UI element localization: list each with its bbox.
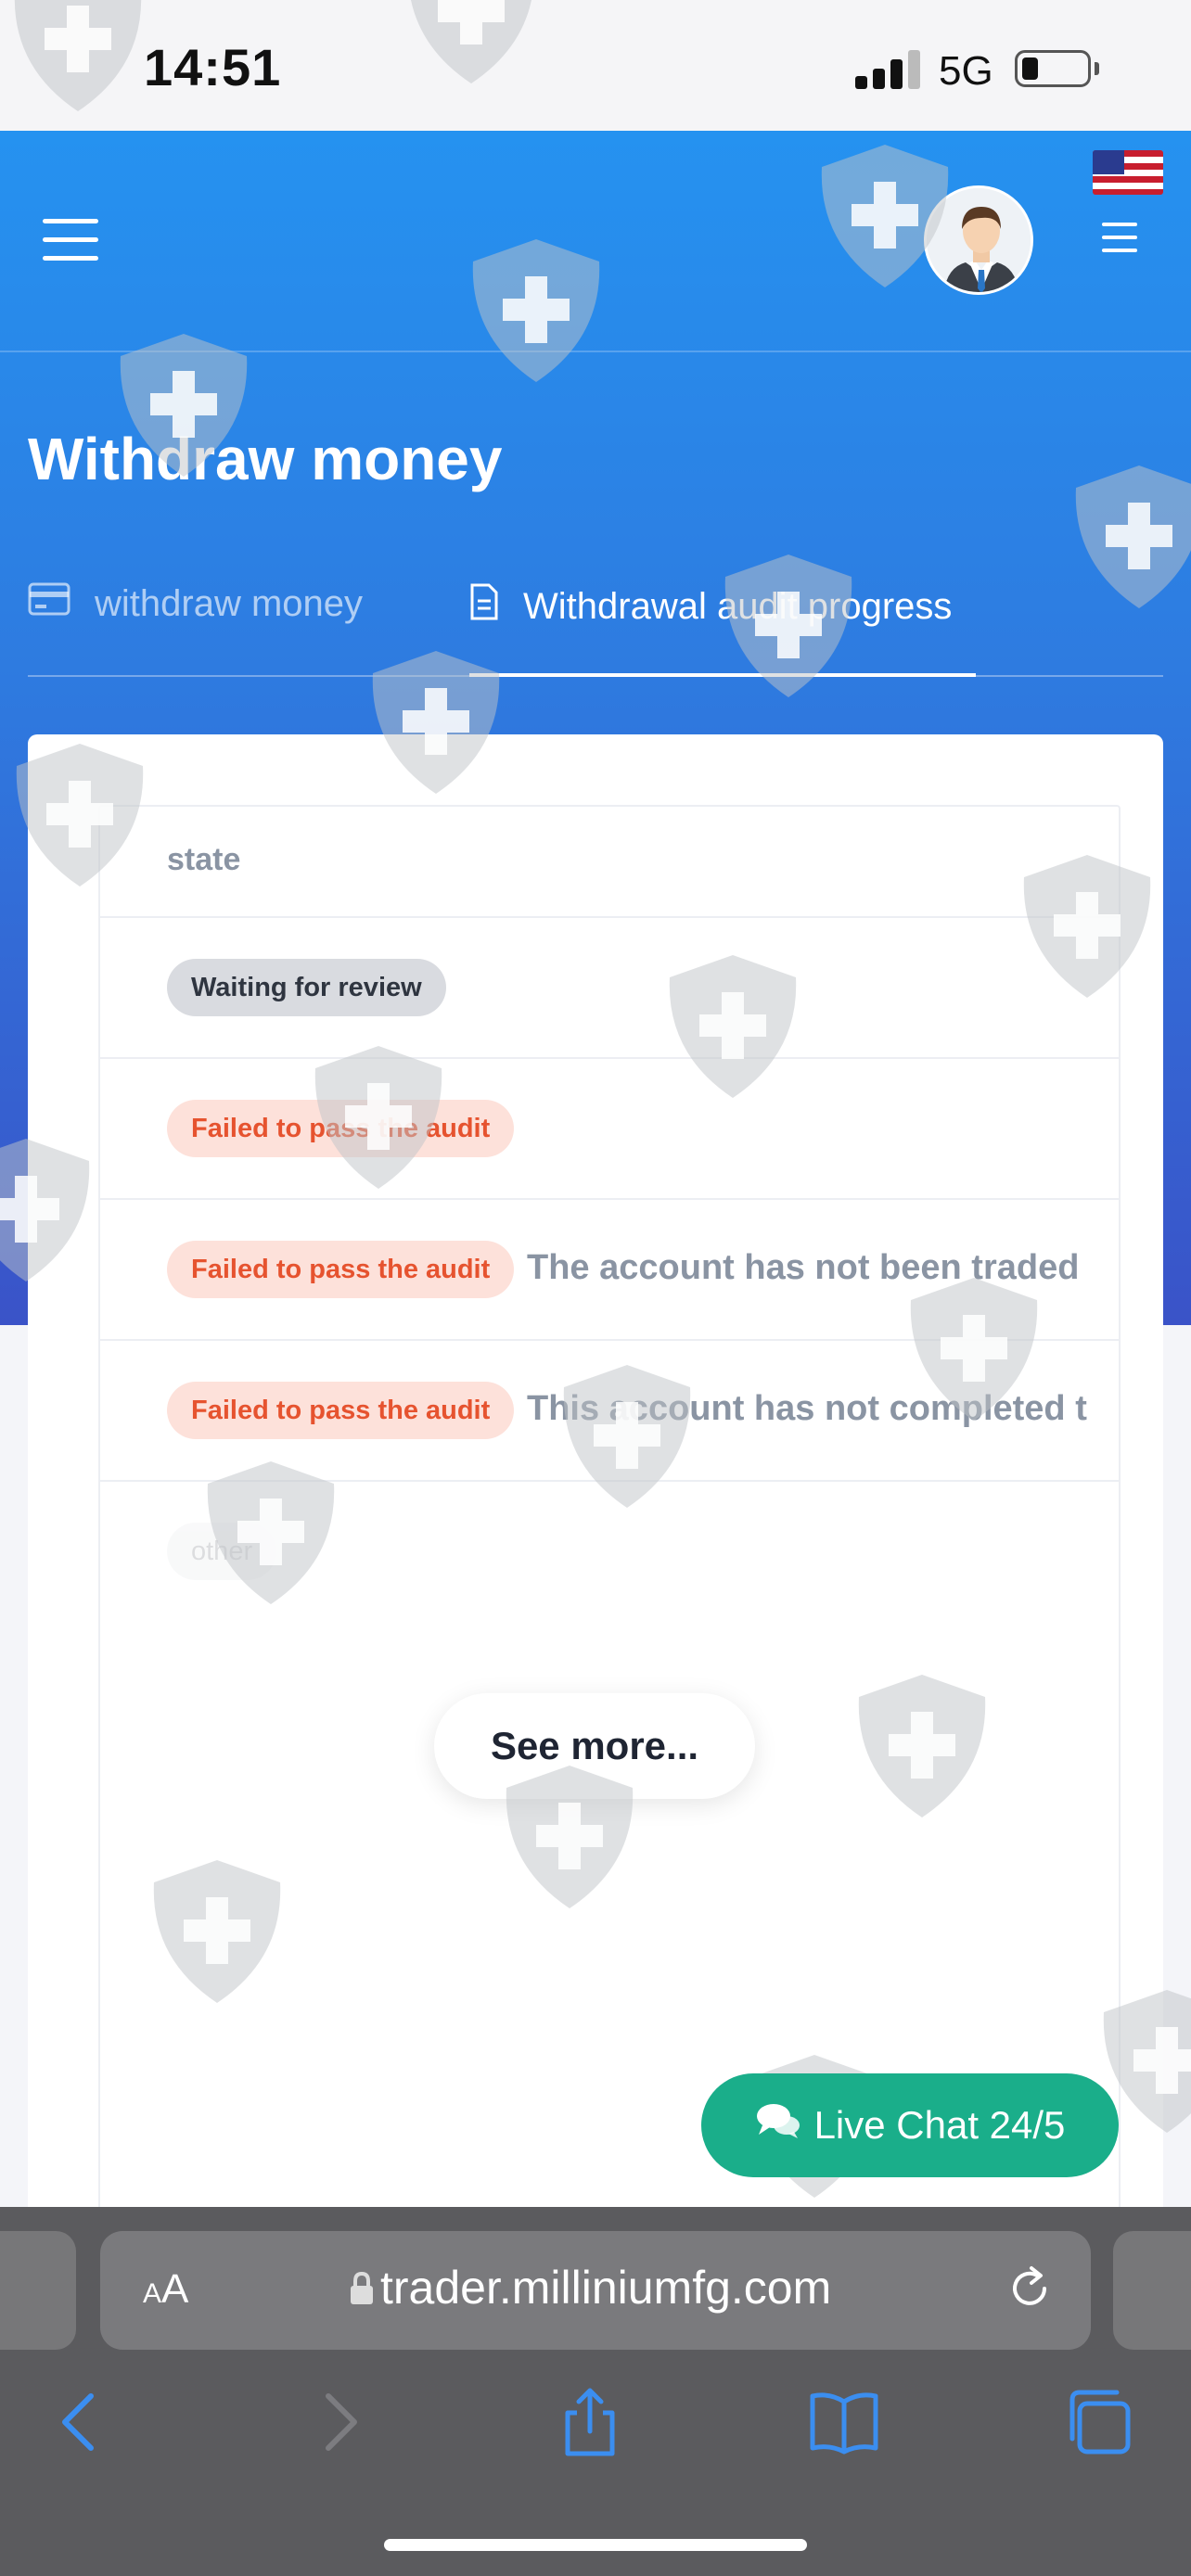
share-icon[interactable] <box>553 2385 627 2459</box>
text-size-button[interactable]: AA <box>143 2266 188 2313</box>
table-row: Failed to pass the audit The account has… <box>100 1200 1119 1341</box>
tab-label: Withdrawal audit progress <box>523 585 953 627</box>
bookmarks-icon[interactable] <box>807 2385 881 2459</box>
tab-withdrawal-audit-progress[interactable]: Withdrawal audit progress <box>469 582 952 631</box>
tabs-icon[interactable] <box>1061 2385 1135 2459</box>
status-badge: Failed to pass the audit <box>167 1100 515 1157</box>
live-chat-button[interactable]: Live Chat 24/5 <box>701 2073 1119 2177</box>
table-row-faded: other <box>100 1482 1119 1623</box>
table-header: state <box>100 807 1119 918</box>
url-text[interactable]: trader.milliniumfg.com <box>380 2261 831 2315</box>
cellular-signal-icon <box>855 48 920 89</box>
table-row: Failed to pass the audit This account ha… <box>100 1341 1119 1482</box>
status-badge: Failed to pass the audit <box>167 1382 515 1439</box>
network-type: 5G <box>939 48 993 94</box>
tab-label: withdraw money <box>95 582 364 624</box>
tab-withdraw-money[interactable]: withdraw money <box>28 582 363 625</box>
live-chat-label: Live Chat 24/5 <box>813 2103 1066 2147</box>
status-badge: Waiting for review <box>167 959 446 1016</box>
battery-icon <box>1015 50 1091 87</box>
header-divider <box>0 351 1191 352</box>
table-row: Waiting for review <box>100 918 1119 1059</box>
forward-icon[interactable] <box>302 2385 377 2459</box>
chat-bubbles-icon <box>755 2101 801 2149</box>
lock-icon <box>351 2271 373 2304</box>
status-badge: Failed to pass the audit <box>167 1241 515 1298</box>
back-icon[interactable] <box>43 2385 117 2459</box>
avatar[interactable] <box>924 185 1033 295</box>
status-badge: other <box>167 1523 277 1580</box>
active-tab-indicator <box>469 673 976 677</box>
reload-icon[interactable] <box>1004 2263 1056 2315</box>
see-more-button[interactable]: See more... <box>434 1693 755 1799</box>
table-row: Failed to pass the audit <box>100 1059 1119 1200</box>
next-tab-preview[interactable] <box>1113 2231 1191 2350</box>
status-time: 14:51 <box>144 38 282 96</box>
menu-icon[interactable] <box>1102 223 1137 254</box>
credit-card-icon <box>28 582 70 625</box>
page-title: Withdraw money <box>28 426 503 492</box>
home-indicator <box>384 2539 807 2551</box>
battery-tip <box>1095 62 1099 75</box>
document-icon <box>469 582 499 631</box>
remark-text: The account has not been traded <box>527 1248 1080 1287</box>
us-flag-icon[interactable] <box>1093 150 1163 195</box>
status-bar: 14:51 5G <box>0 0 1191 131</box>
previous-tab-preview[interactable] <box>0 2231 76 2350</box>
hamburger-menu-icon[interactable] <box>43 219 98 261</box>
remark-text: This account has not completed t <box>527 1389 1087 1428</box>
column-header-state: state <box>167 842 241 877</box>
